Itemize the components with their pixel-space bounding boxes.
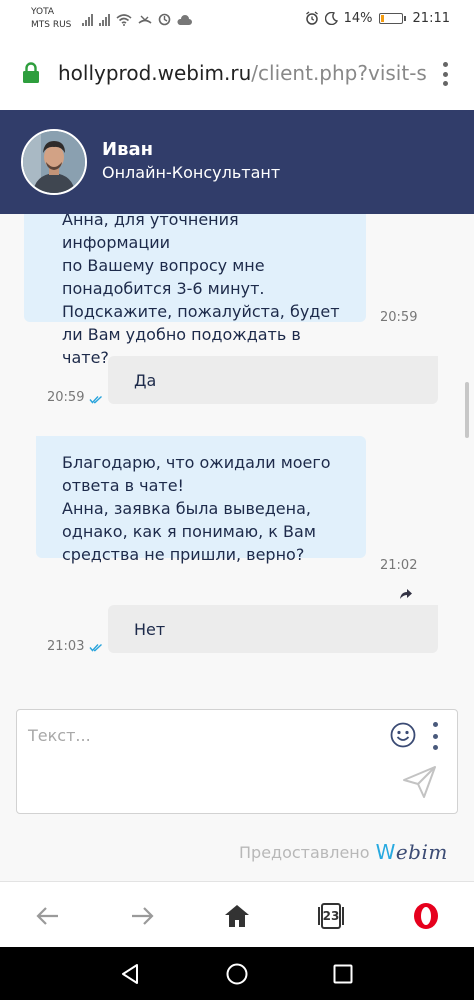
double-check-icon <box>89 395 102 404</box>
message-time: 20:59 <box>380 310 418 325</box>
webim-logo-rest: ebim <box>395 840 448 864</box>
cloud-icon <box>177 15 192 25</box>
status-bar: YOTA MTS RUS 14% 21:11 <box>0 0 474 38</box>
status-icons <box>82 10 192 26</box>
agent-role: Онлайн-Консультант <box>102 163 281 182</box>
sync-icon <box>158 13 171 26</box>
carrier-name-1: YOTA <box>31 7 55 17</box>
tabs-count: 23 <box>322 909 340 923</box>
message-incoming: Анна, для уточнения информации по Вашему… <box>24 214 366 367</box>
message-time: 21:03 <box>47 639 85 654</box>
forward-arrow-icon[interactable] <box>399 588 413 600</box>
message-input[interactable]: Текст... <box>16 709 458 814</box>
avatar-photo <box>23 131 85 193</box>
message-text: Да <box>134 371 157 390</box>
paper-plane-icon[interactable] <box>402 765 438 799</box>
alarm-icon <box>305 11 318 25</box>
url-host: hollyprod.webim.ru <box>58 61 252 85</box>
status-right: 14% 21:11 <box>305 9 450 27</box>
avatar <box>21 129 87 195</box>
input-placeholder: Текст... <box>28 726 91 745</box>
circle-home-icon[interactable] <box>225 962 249 986</box>
battery-icon <box>378 12 406 24</box>
message-text: Нет <box>134 620 166 639</box>
agent-name: Иван <box>102 139 154 160</box>
wifi-icon <box>116 14 132 26</box>
message-time: 20:59 <box>47 390 85 405</box>
more-vertical-icon[interactable] <box>431 722 439 750</box>
battery-level <box>380 14 384 22</box>
signal-icon <box>99 14 110 26</box>
chat-scrollbar[interactable] <box>465 382 469 438</box>
message-outgoing: Да <box>108 356 438 404</box>
message-list[interactable]: Анна, для уточнения информации по Вашему… <box>0 214 474 694</box>
missed-call-icon <box>138 15 152 24</box>
message-text: Благодарю, что ожидали моего ответа в ча… <box>62 453 331 564</box>
clock: 21:11 <box>412 10 450 26</box>
carrier-name-2: MTS RUS <box>31 20 72 30</box>
powered-label: Предоставлено <box>239 842 370 862</box>
arrow-left-icon[interactable] <box>34 902 62 930</box>
smile-icon[interactable] <box>390 722 416 748</box>
do-not-disturb-moon-icon <box>324 11 338 25</box>
triangle-back-icon[interactable] <box>118 962 142 986</box>
browser-menu-icon[interactable] <box>442 62 448 86</box>
message-time: 21:02 <box>380 558 418 573</box>
arrow-right-icon[interactable] <box>128 902 156 930</box>
lock-icon <box>23 62 39 83</box>
battery-percent: 14% <box>343 10 373 26</box>
webim-logo[interactable]: Webim <box>376 840 448 864</box>
tabs-icon[interactable]: 23 <box>316 901 346 931</box>
double-check-icon <box>89 643 102 652</box>
url-text[interactable]: hollyprod.webim.ru/client.php?visit-se <box>58 60 426 86</box>
browser-address-bar[interactable]: hollyprod.webim.ru/client.php?visit-se <box>0 38 474 110</box>
signal-icon <box>82 14 93 26</box>
opera-logo[interactable] <box>412 902 440 930</box>
system-navigation-bar <box>0 947 474 1000</box>
square-recents-icon[interactable] <box>331 962 355 986</box>
webim-logo-w: W <box>375 840 396 864</box>
message-text: Анна, для уточнения информации по Вашему… <box>62 214 340 367</box>
home-icon[interactable] <box>223 902 251 930</box>
message-outgoing: Нет <box>108 605 438 653</box>
powered-by: Предоставлено Webim <box>239 840 448 864</box>
message-incoming: Благодарю, что ожидали моего ответа в ча… <box>36 436 366 564</box>
browser-toolbar: 23 <box>0 881 474 947</box>
chat-header: Иван Онлайн-Консультант <box>0 110 474 214</box>
url-path: /client.php?visit-se <box>251 61 426 85</box>
